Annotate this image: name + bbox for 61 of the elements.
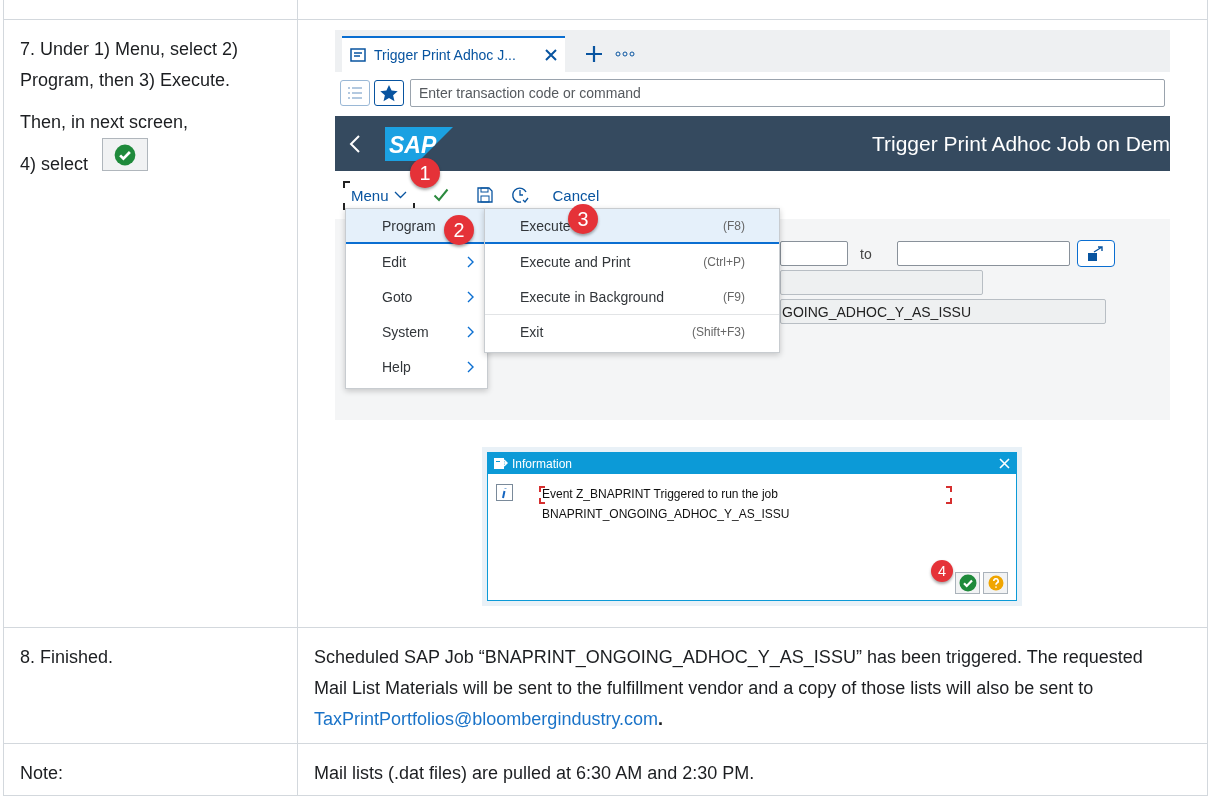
input-field[interactable]	[896, 241, 1070, 266]
checkmark-icon[interactable]	[432, 188, 449, 202]
menu-item-label: Execute	[520, 217, 571, 234]
chevron-right-icon	[467, 255, 475, 268]
clock-icon[interactable]	[510, 186, 529, 204]
menu-item[interactable]: Exit (Shift+F3)	[485, 314, 779, 349]
shortcut-label: (F8)	[723, 218, 745, 233]
command-field[interactable]: Enter transaction code or command	[410, 79, 1165, 107]
window-icon	[494, 458, 508, 469]
menu-item[interactable]: Edit	[346, 244, 487, 279]
question-icon	[987, 575, 1004, 591]
field-label: to	[860, 245, 872, 262]
multiple-selection-button[interactable]	[1076, 240, 1115, 267]
menu-item[interactable]: Help	[346, 349, 487, 384]
shortcut-label: (Shift+F3)	[692, 325, 745, 339]
close-icon[interactable]	[545, 49, 557, 61]
document-icon	[350, 48, 366, 62]
dialog-title: Information	[512, 456, 573, 471]
chevron-right-icon	[467, 325, 475, 338]
sap-logo: SAP	[385, 126, 453, 161]
instruction-text: 4) select	[20, 153, 89, 176]
menu-item[interactable]: System	[346, 314, 487, 349]
shortcut-label: (Ctrl+P)	[703, 254, 745, 269]
favorites-button[interactable]	[374, 80, 404, 106]
step-number-badge: 1	[410, 158, 440, 188]
arrow-square-icon	[1086, 245, 1105, 262]
input-field: GOING_ADHOC_Y_AS_ISSU	[780, 299, 1106, 324]
window-title: Trigger Print Adhoc Job on Dem	[871, 131, 1170, 156]
save-icon[interactable]	[476, 187, 493, 203]
menu-item[interactable]: Execute and Print (Ctrl+P)	[485, 244, 779, 279]
menu-item[interactable]: Execute in Background (F9)	[485, 279, 779, 314]
checkmark-icon	[958, 574, 977, 592]
shortcut-label: (F9)	[723, 289, 745, 304]
menu-item-label: Execute and Print	[520, 253, 631, 270]
chevron-right-icon	[467, 360, 475, 373]
input-field[interactable]	[780, 241, 848, 266]
note-text: Mail lists (.dat files) are pulled at 6:30 AM and 2:30 PM.	[314, 762, 756, 785]
more-icon[interactable]	[615, 51, 635, 57]
menu-item-label: Execute in Background	[520, 288, 664, 305]
step-number-badge: 4	[931, 560, 953, 582]
back-icon[interactable]	[349, 133, 361, 154]
message-text: BNAPRINT_ONGOING_ADHOC_Y_AS_ISSU	[542, 506, 791, 523]
email-link[interactable]: TaxPrintPortfolios@bloombergindustry.com	[314, 709, 659, 729]
info-icon	[496, 484, 513, 501]
browser-tab[interactable]: Trigger Print Adhoc J...	[342, 36, 565, 72]
star-icon	[380, 84, 398, 102]
message-text: Event Z_BNAPRINT Triggered to run the job	[542, 486, 779, 503]
instruction-text: Then, in next screen,	[20, 111, 190, 134]
list-icon	[347, 87, 363, 99]
plus-icon[interactable]	[585, 45, 603, 63]
note-label: Note:	[20, 762, 65, 785]
ok-button[interactable]	[955, 572, 980, 594]
chevron-down-icon	[393, 191, 407, 199]
result-text: Scheduled SAP Job “BNAPRINT_ONGOING_ADHOC_Y_AS_ISSU” has been triggered. The requested Mail List Materials will be sent to the fulfillment vendor and a copy of those lists will also be sent to TaxPrintPortfolios@bloombergindustry.com.	[314, 646, 1144, 731]
menu-item[interactable]: Goto	[346, 279, 487, 314]
step-label: 8. Finished.	[20, 646, 115, 669]
menu-item-label: Exit	[520, 324, 544, 340]
checkmark-icon	[114, 143, 137, 166]
cancel-link[interactable]: Cancel	[552, 186, 600, 204]
instruction-text: 7. Under 1) Menu, select 2) Program, then 3) Execute.	[20, 38, 240, 92]
chevron-right-icon	[467, 290, 475, 303]
